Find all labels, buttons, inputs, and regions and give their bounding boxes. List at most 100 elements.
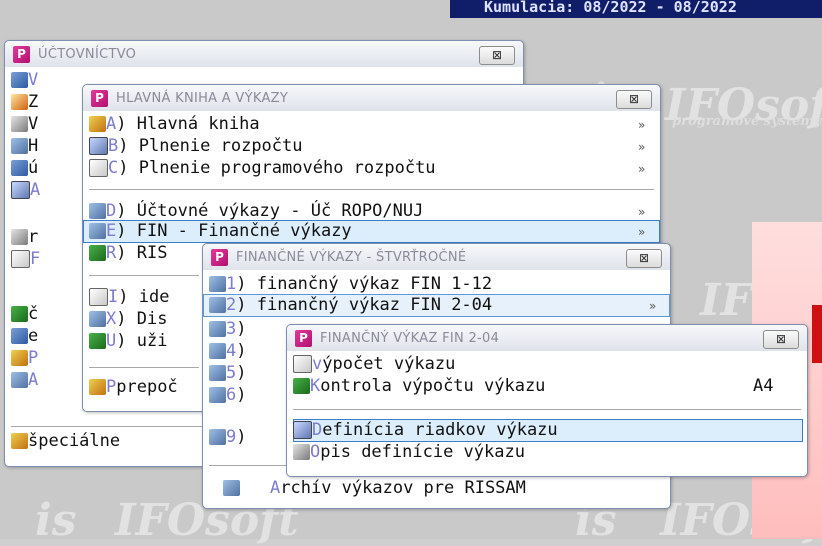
app-p-icon: P — [211, 248, 228, 266]
form-icon — [89, 287, 108, 306]
shortcut-code: A4 — [753, 375, 774, 396]
form-icon — [11, 249, 30, 268]
report-icon — [209, 364, 226, 381]
fin-2-04-titlebar[interactable]: P FINANČNÝ VÝKAZ FIN 2-04 ⊠ — [287, 325, 807, 351]
app-p-icon: P — [13, 45, 30, 63]
book-icon — [11, 137, 28, 154]
menu-item[interactable]: č — [11, 303, 38, 324]
report-icon — [209, 296, 226, 313]
menu-separator — [89, 189, 654, 190]
user-icon — [89, 332, 106, 349]
pencil-icon — [11, 159, 28, 176]
menu-item[interactable]: A — [11, 369, 38, 390]
report-icon — [89, 222, 106, 239]
menu-separator — [89, 367, 199, 368]
general-ledger-title: HLAVNÁ KNIHA A VÝKAZY — [116, 90, 289, 106]
menu-item-ide[interactable]: I) ide — [89, 286, 169, 307]
submenu-arrow: » — [638, 162, 646, 176]
report-icon — [209, 386, 226, 403]
tools-icon — [11, 432, 28, 449]
clock-icon — [11, 93, 28, 110]
close-button[interactable]: ⊠ — [763, 330, 799, 349]
menu-item[interactable]: 6) — [209, 384, 247, 405]
report-icon — [209, 428, 226, 445]
printer-icon — [89, 310, 106, 327]
menu-item[interactable]: H — [11, 135, 38, 156]
menu-item-dis[interactable]: X) Dis — [89, 308, 167, 329]
report-icon — [209, 275, 226, 292]
edit-icon — [293, 420, 312, 439]
connect-icon — [89, 244, 106, 261]
watermark-logo: is — [35, 495, 77, 546]
watermark-tagline: programové systémy — [672, 114, 822, 129]
menu-item-program-budget[interactable]: C) Plnenie programového rozpočtu — [89, 157, 436, 178]
calculator-icon — [89, 158, 108, 177]
tools-icon — [89, 378, 106, 395]
report-icon — [209, 320, 226, 337]
close-button[interactable]: ⊠ — [479, 46, 515, 65]
menu-item[interactable]: e — [11, 325, 38, 346]
menu-item-fin[interactable]: E) FIN - Finančné výkazy — [89, 220, 352, 241]
app-p-icon: P — [91, 89, 108, 107]
menu-item-description[interactable]: Opis definície výkazu — [293, 441, 525, 462]
submenu-arrow: » — [649, 299, 657, 313]
check-icon — [293, 377, 310, 394]
printer-icon — [11, 371, 28, 388]
menu-item[interactable]: 3) — [209, 318, 247, 339]
submenu-arrow: » — [638, 205, 646, 219]
menu-item[interactable]: 4) — [209, 340, 247, 361]
general-ledger-titlebar[interactable]: P HLAVNÁ KNIHA A VÝKAZY ⊠ — [83, 85, 660, 111]
stamp-icon — [11, 115, 28, 132]
close-button[interactable]: ⊠ — [626, 249, 662, 268]
menu-item-special[interactable]: špeciálne — [11, 430, 120, 451]
book-icon — [89, 115, 106, 132]
menu-item-ris[interactable]: R) RIS — [89, 242, 167, 263]
menu-item-archive[interactable]: Archív výkazov pre RISSAM — [223, 477, 526, 498]
report-icon — [89, 202, 106, 219]
menu-item[interactable]: F — [11, 248, 40, 269]
menu-separator — [11, 426, 211, 427]
menu-item-definition[interactable]: Definícia riadkov výkazu — [293, 419, 558, 440]
form-icon — [293, 354, 312, 373]
tree-icon — [11, 349, 28, 366]
menu-item[interactable]: P — [11, 347, 38, 368]
stamp-icon — [293, 443, 310, 460]
menu-separator — [293, 409, 801, 410]
document-icon — [11, 71, 28, 88]
report-icon — [209, 342, 226, 359]
menu-item-statements[interactable]: D) Účtovné výkazy - Úč ROPO/NUJ — [89, 200, 423, 221]
menu-item[interactable]: r — [11, 226, 38, 247]
menu-item[interactable]: Z — [11, 91, 38, 112]
menu-item[interactable]: V — [11, 113, 38, 134]
desktop-marker — [812, 305, 822, 363]
submenu-arrow: » — [638, 118, 646, 132]
menu-item[interactable]: 9) — [209, 426, 247, 447]
menu-item[interactable]: V — [11, 69, 38, 90]
menu-item-fin-1-12[interactable]: 1) finančný výkaz FIN 1-12 — [209, 273, 492, 294]
accounting-title: ÚČTOVNÍCTVO — [38, 46, 137, 62]
keyboard-icon — [11, 228, 28, 245]
menu-item-budget[interactable]: B) Plnenie rozpočtu — [89, 135, 303, 156]
globe-icon — [11, 327, 28, 344]
network-icon — [11, 305, 28, 322]
menu-item-user[interactable]: U) uži — [89, 330, 167, 351]
period-status-bar: Kumulacia: 08/2022 - 08/2022 — [450, 0, 822, 18]
menu-item-recalc[interactable]: Pprepoč — [89, 376, 178, 397]
close-button[interactable]: ⊠ — [616, 90, 652, 109]
quarterly-titlebar[interactable]: P FINANČNÉ VÝKAZY - ŠTVRŤROČNÉ ⊠ — [203, 244, 670, 270]
fin-2-04-window: P FINANČNÝ VÝKAZ FIN 2-04 ⊠ v ýpočet výka… — [286, 324, 808, 477]
printer-icon — [223, 479, 240, 496]
accounting-titlebar[interactable]: P ÚČTOVNÍCTVO ⊠ — [5, 41, 523, 67]
quarterly-title: FINANČNÉ VÝKAZY - ŠTVRŤROČNÉ — [236, 249, 467, 265]
menu-item-general-ledger[interactable]: A) Hlavná kniha — [89, 113, 260, 134]
menu-item-check[interactable]: Kontrola výpočtu výkazu — [293, 375, 545, 396]
menu-separator — [89, 275, 199, 276]
menu-item-fin-2-04[interactable]: 2) finančný výkaz FIN 2-04 — [209, 294, 492, 315]
menu-item[interactable]: ú — [11, 157, 38, 178]
app-p-icon: P — [295, 329, 312, 347]
menu-item-calculate[interactable]: v ýpočet výkazu — [293, 353, 455, 374]
menu-item[interactable]: 5) — [209, 362, 247, 383]
menu-item[interactable]: A — [11, 179, 40, 200]
magnifier-icon — [89, 136, 108, 155]
submenu-arrow: » — [638, 225, 646, 239]
